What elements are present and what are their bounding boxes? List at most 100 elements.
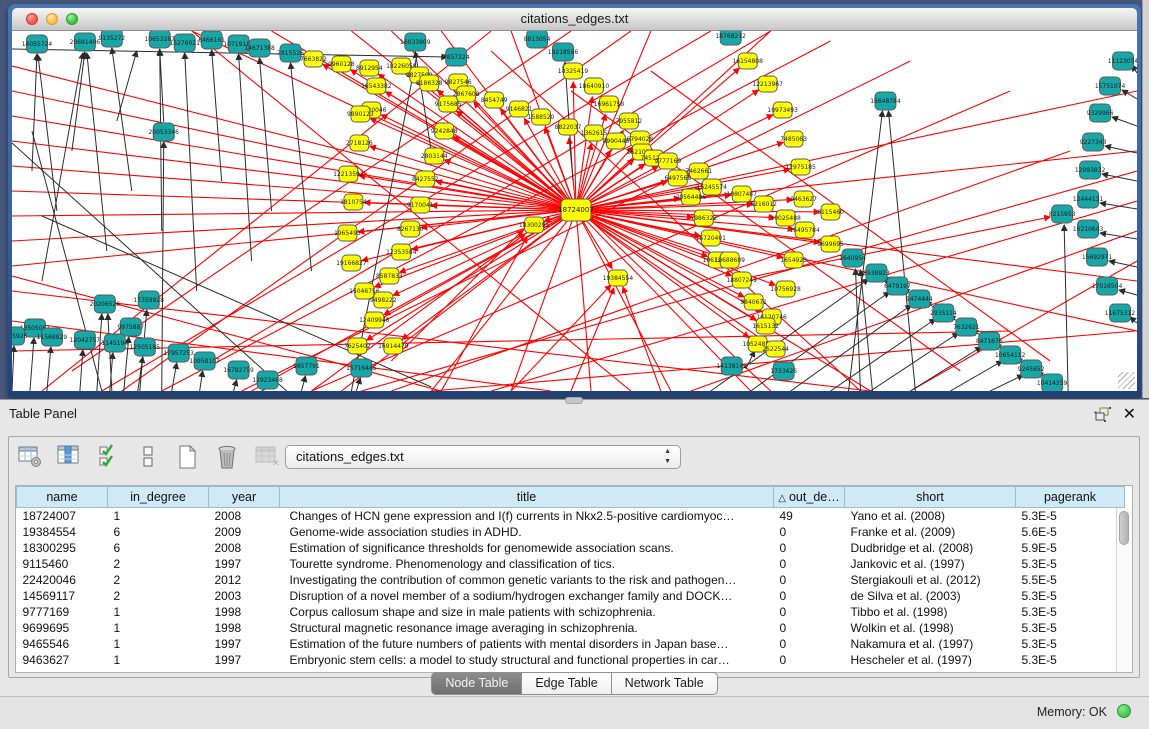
graph-edge[interactable] [910, 347, 981, 391]
graph-node-label: 7857224 [443, 54, 470, 61]
table-cell: Jankovic et al. (1997) [845, 556, 1016, 572]
table-row[interactable]: 946554611997Estimation of the future num… [17, 636, 1125, 652]
float-panel-icon[interactable] [1094, 407, 1111, 423]
network-canvas[interactable]: 1405572420691406913527210653287152760216… [12, 31, 1137, 391]
graph-edge[interactable] [12, 346, 14, 391]
graph-edge[interactable] [112, 48, 132, 191]
row-height-button[interactable] [135, 442, 161, 470]
graph-edge[interactable] [117, 51, 137, 121]
graph-edge[interactable] [301, 376, 305, 391]
table-cell: 2 [108, 556, 209, 572]
table-row[interactable]: 977716911998Corpus callosum shape and si… [17, 604, 1125, 620]
graph-node-label: 9329966 [1087, 110, 1114, 117]
graph-edge[interactable] [30, 338, 34, 391]
table-row[interactable]: 2242004622012Investigating the contribut… [17, 572, 1125, 588]
table-cell: 2008 [209, 540, 280, 556]
table-selector-dropdown[interactable]: citations_edges.txt ▲▼ [285, 445, 681, 469]
graph-node-label: 19166827 [336, 260, 367, 267]
graph-edge[interactable] [731, 217, 1050, 281]
graph-edge[interactable] [172, 363, 177, 391]
graph-edge[interactable] [746, 351, 755, 369]
graph-edge[interactable] [576, 97, 592, 210]
table-row[interactable]: 946362711997Embryonic stem cells: a mode… [17, 652, 1125, 668]
graph-edge[interactable] [831, 319, 936, 391]
graph-edge[interactable] [239, 54, 252, 261]
memory-status-label: Memory: OK [1037, 705, 1107, 719]
table-row[interactable]: 1456911722003Disruption of a novel membe… [17, 588, 1125, 604]
graph-node-label: 16648784 [870, 98, 901, 105]
table-cell: 49 [774, 508, 845, 525]
graph-edge[interactable] [511, 285, 611, 391]
graph-edge[interactable] [1130, 317, 1137, 323]
column-header-pagerank[interactable]: pagerank [1016, 487, 1125, 508]
graph-edge[interactable] [192, 31, 576, 210]
table-cell: 0 [774, 636, 845, 652]
create-column-button[interactable] [175, 442, 201, 470]
attribute-table-body: 1872400712008Changes of HCN gene express… [17, 508, 1125, 669]
graph-node-label: 8215953 [1049, 211, 1076, 218]
graph-node-label: 16961758 [594, 101, 625, 108]
graph-node-label: 9699695 [817, 241, 844, 248]
graph-edge[interactable] [234, 380, 237, 391]
close-panel-icon[interactable]: ✕ [1123, 404, 1136, 424]
column-visibility-button[interactable] [56, 442, 82, 470]
graph-edge[interactable] [1064, 225, 1068, 391]
column-header-name[interactable]: name [17, 487, 108, 508]
graph-edge[interactable] [359, 176, 576, 210]
graph-edge[interactable] [1119, 290, 1137, 295]
graph-edge[interactable] [185, 53, 197, 291]
graph-edge[interactable] [97, 314, 102, 391]
graph-edge[interactable] [412, 210, 576, 249]
graph-edge[interactable] [212, 50, 222, 181]
graph-node-label: 20053346 [149, 129, 180, 136]
graph-node-label: 1145194 [102, 340, 129, 347]
graph-edge[interactable] [691, 231, 1137, 391]
graph-edge[interactable] [860, 270, 872, 391]
desktop-edge-strip [1142, 0, 1149, 398]
graph-edge[interactable] [1105, 146, 1137, 153]
graph-node-label: 20206526 [90, 301, 121, 308]
graph-edge[interactable] [950, 361, 1002, 391]
graph-edge[interactable] [1100, 203, 1137, 209]
table-row[interactable]: 911546021997Tourette syndrome. Phenomeno… [17, 556, 1125, 572]
select-columns-button[interactable] [96, 442, 122, 470]
graph-edge[interactable] [576, 210, 794, 229]
table-cell: 18300295 [17, 540, 108, 556]
scrollbar-thumb[interactable] [1119, 511, 1129, 545]
table-row[interactable]: 1872400712008Changes of HCN gene express… [17, 508, 1125, 525]
graph-edge[interactable] [80, 350, 83, 391]
tab-edge-table[interactable]: Edge Table [522, 672, 611, 695]
tab-node-table[interactable]: Node Table [431, 672, 522, 695]
graph-node-label: 15720401 [696, 235, 727, 242]
column-header-year[interactable]: year [209, 487, 280, 508]
graph-node-label: 19384554 [603, 275, 634, 282]
table-mode-button[interactable] [17, 442, 43, 470]
table-row[interactable]: 1938455462009Genome-wide association stu… [17, 524, 1125, 540]
graph-node-label: 9175685 [435, 101, 462, 108]
graph-edge[interactable] [42, 53, 83, 281]
network-graph[interactable]: 1405572420691406913527210653287152760216… [12, 31, 1137, 391]
table-row[interactable]: 969969511998Structural magnetic resonanc… [17, 620, 1125, 636]
graph-node-label: 8267130 [397, 226, 424, 233]
graph-edge[interactable] [402, 210, 576, 339]
graph-node-label: 2718126 [346, 140, 373, 147]
table-vertical-scrollbar[interactable] [1116, 508, 1132, 672]
column-header-outde[interactable]: △out_de… [774, 487, 845, 508]
graph-edge[interactable] [200, 371, 203, 391]
window-titlebar[interactable]: citations_edges.txt [12, 8, 1137, 31]
column-header-short[interactable]: short [845, 487, 1016, 508]
graph-edge[interactable] [1112, 117, 1137, 126]
column-header-title[interactable]: title [280, 487, 774, 508]
column-header-indegree[interactable]: in_degree [108, 487, 209, 508]
graph-edge[interactable] [291, 63, 312, 271]
delete-column-button[interactable] [214, 442, 240, 470]
table-row[interactable]: 1830029562008Estimation of significance … [17, 540, 1125, 556]
graph-node-label: 12923468 [252, 377, 283, 384]
graph-edge[interactable] [356, 378, 360, 391]
graph-edge[interactable] [576, 210, 671, 391]
window-resize-grip[interactable] [1118, 372, 1135, 389]
graph-edge[interactable] [990, 375, 1023, 391]
status-bar: Memory: OK [0, 696, 1149, 729]
graph-edge[interactable] [260, 58, 272, 211]
tab-network-table[interactable]: Network Table [612, 672, 718, 695]
